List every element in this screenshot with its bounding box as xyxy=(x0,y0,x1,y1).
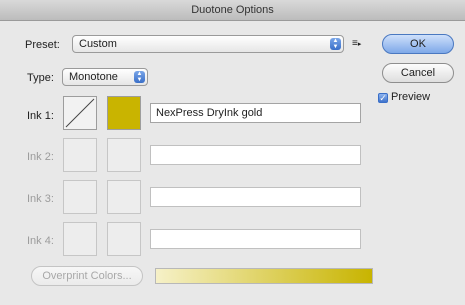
flyout-menu-icon[interactable]: ≡▸ xyxy=(352,38,361,49)
cancel-button[interactable]: Cancel xyxy=(382,63,454,83)
ink-2-curve-box xyxy=(63,138,97,172)
ink-2-name-field xyxy=(150,145,361,165)
popup-arrows-icon: ▲ ▼ xyxy=(330,38,341,50)
ink-4-color-swatch xyxy=(107,222,141,256)
overprint-colors-button[interactable]: Overprint Colors... xyxy=(31,266,143,286)
preset-label: Preset: xyxy=(25,39,60,51)
ink-2-color-swatch xyxy=(107,138,141,172)
ink-3-label: Ink 3: xyxy=(27,193,54,205)
ink-1-name-field[interactable]: NexPress DryInk gold xyxy=(150,103,361,123)
preset-select[interactable]: Custom ▲ ▼ xyxy=(72,35,344,53)
ink-4-name-field xyxy=(150,229,361,249)
type-value: Monotone xyxy=(69,71,118,83)
ink-1-label: Ink 1: xyxy=(27,110,54,122)
duotone-gradient-ramp xyxy=(155,268,373,284)
dialog-title: Duotone Options xyxy=(0,0,465,21)
preview-label: Preview xyxy=(391,91,431,103)
type-select[interactable]: Monotone ▲ ▼ xyxy=(62,68,148,86)
preset-value: Custom xyxy=(79,38,117,50)
ink-4-curve-box xyxy=(63,222,97,256)
ink-1-color-swatch[interactable] xyxy=(107,96,141,130)
type-label: Type: xyxy=(27,72,54,84)
ink-3-color-swatch xyxy=(107,180,141,214)
popup-arrows-icon: ▲ ▼ xyxy=(134,71,145,83)
ink-4-label: Ink 4: xyxy=(27,235,54,247)
ok-button[interactable]: OK xyxy=(382,34,454,54)
ink-3-name-field xyxy=(150,187,361,207)
ink-2-label: Ink 2: xyxy=(27,151,54,163)
duotone-options-dialog: Duotone Options Preset: Custom ▲ ▼ ≡▸ OK … xyxy=(0,0,465,305)
duotone-curve-icon xyxy=(65,98,95,128)
preview-checkbox[interactable]: ✓ xyxy=(378,93,388,103)
ink-3-curve-box xyxy=(63,180,97,214)
ink-1-curve-box[interactable] xyxy=(63,96,97,130)
